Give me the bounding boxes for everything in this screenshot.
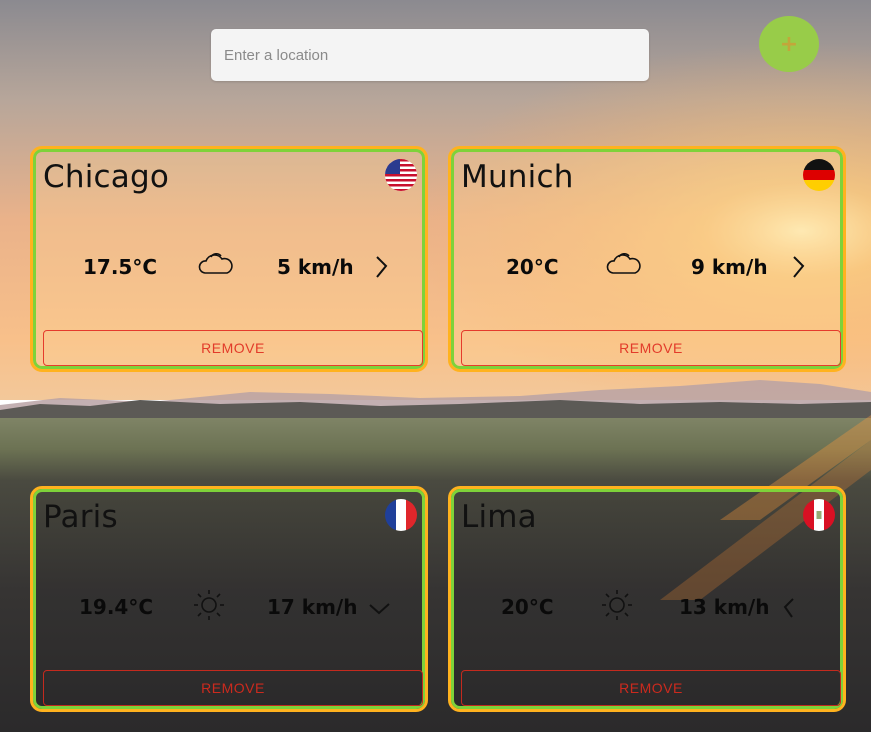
- remove-button[interactable]: REMOVE: [43, 670, 423, 706]
- us-flag-icon: [385, 159, 417, 191]
- temperature: 19.4°C: [79, 595, 154, 619]
- france-flag-icon: [385, 499, 417, 531]
- remove-button[interactable]: REMOVE: [461, 330, 841, 366]
- wind-speed: 17 km/h: [267, 595, 358, 619]
- weather-info-row: 19.4°C 17 km/h: [33, 587, 425, 627]
- germany-flag-icon: [803, 159, 835, 191]
- weather-info-row: 20°C 9 km/h: [451, 247, 843, 287]
- arrow-left-icon: [779, 593, 803, 621]
- weather-card-chicago: Chicago 17.5°C 5 km/h REMOVE: [30, 146, 428, 372]
- weather-info-row: 17.5°C 5 km/h: [33, 247, 425, 287]
- location-search-input[interactable]: [211, 29, 649, 81]
- cloud-icon: [195, 247, 235, 283]
- weather-info-row: 20°C 13 km/h: [451, 587, 843, 627]
- city-name: Chicago: [43, 159, 169, 195]
- weather-card-paris: Paris 19.4°C 17 km/h REMOVE: [30, 486, 428, 712]
- city-name: Lima: [461, 499, 537, 535]
- temperature: 20°C: [501, 595, 554, 619]
- temperature: 20°C: [506, 255, 559, 279]
- temperature: 17.5°C: [83, 255, 158, 279]
- plus-icon: +: [779, 31, 799, 57]
- add-location-button[interactable]: +: [759, 16, 819, 72]
- arrow-right-icon: [369, 253, 393, 281]
- remove-button[interactable]: REMOVE: [461, 670, 841, 706]
- weather-card-lima: Lima 20°C 13 km/h REMOVE: [448, 486, 846, 712]
- peru-flag-icon: [803, 499, 835, 531]
- arrow-right-icon: [786, 253, 810, 281]
- sun-icon: [189, 587, 229, 623]
- arrow-down-icon: [367, 593, 391, 621]
- wind-speed: 9 km/h: [691, 255, 768, 279]
- sun-icon: [597, 587, 637, 623]
- cloud-icon: [603, 247, 643, 283]
- weather-card-munich: Munich 20°C 9 km/h REMOVE: [448, 146, 846, 372]
- remove-button[interactable]: REMOVE: [43, 330, 423, 366]
- wind-speed: 13 km/h: [679, 595, 770, 619]
- wind-speed: 5 km/h: [277, 255, 354, 279]
- city-name: Munich: [461, 159, 574, 195]
- city-name: Paris: [43, 499, 118, 535]
